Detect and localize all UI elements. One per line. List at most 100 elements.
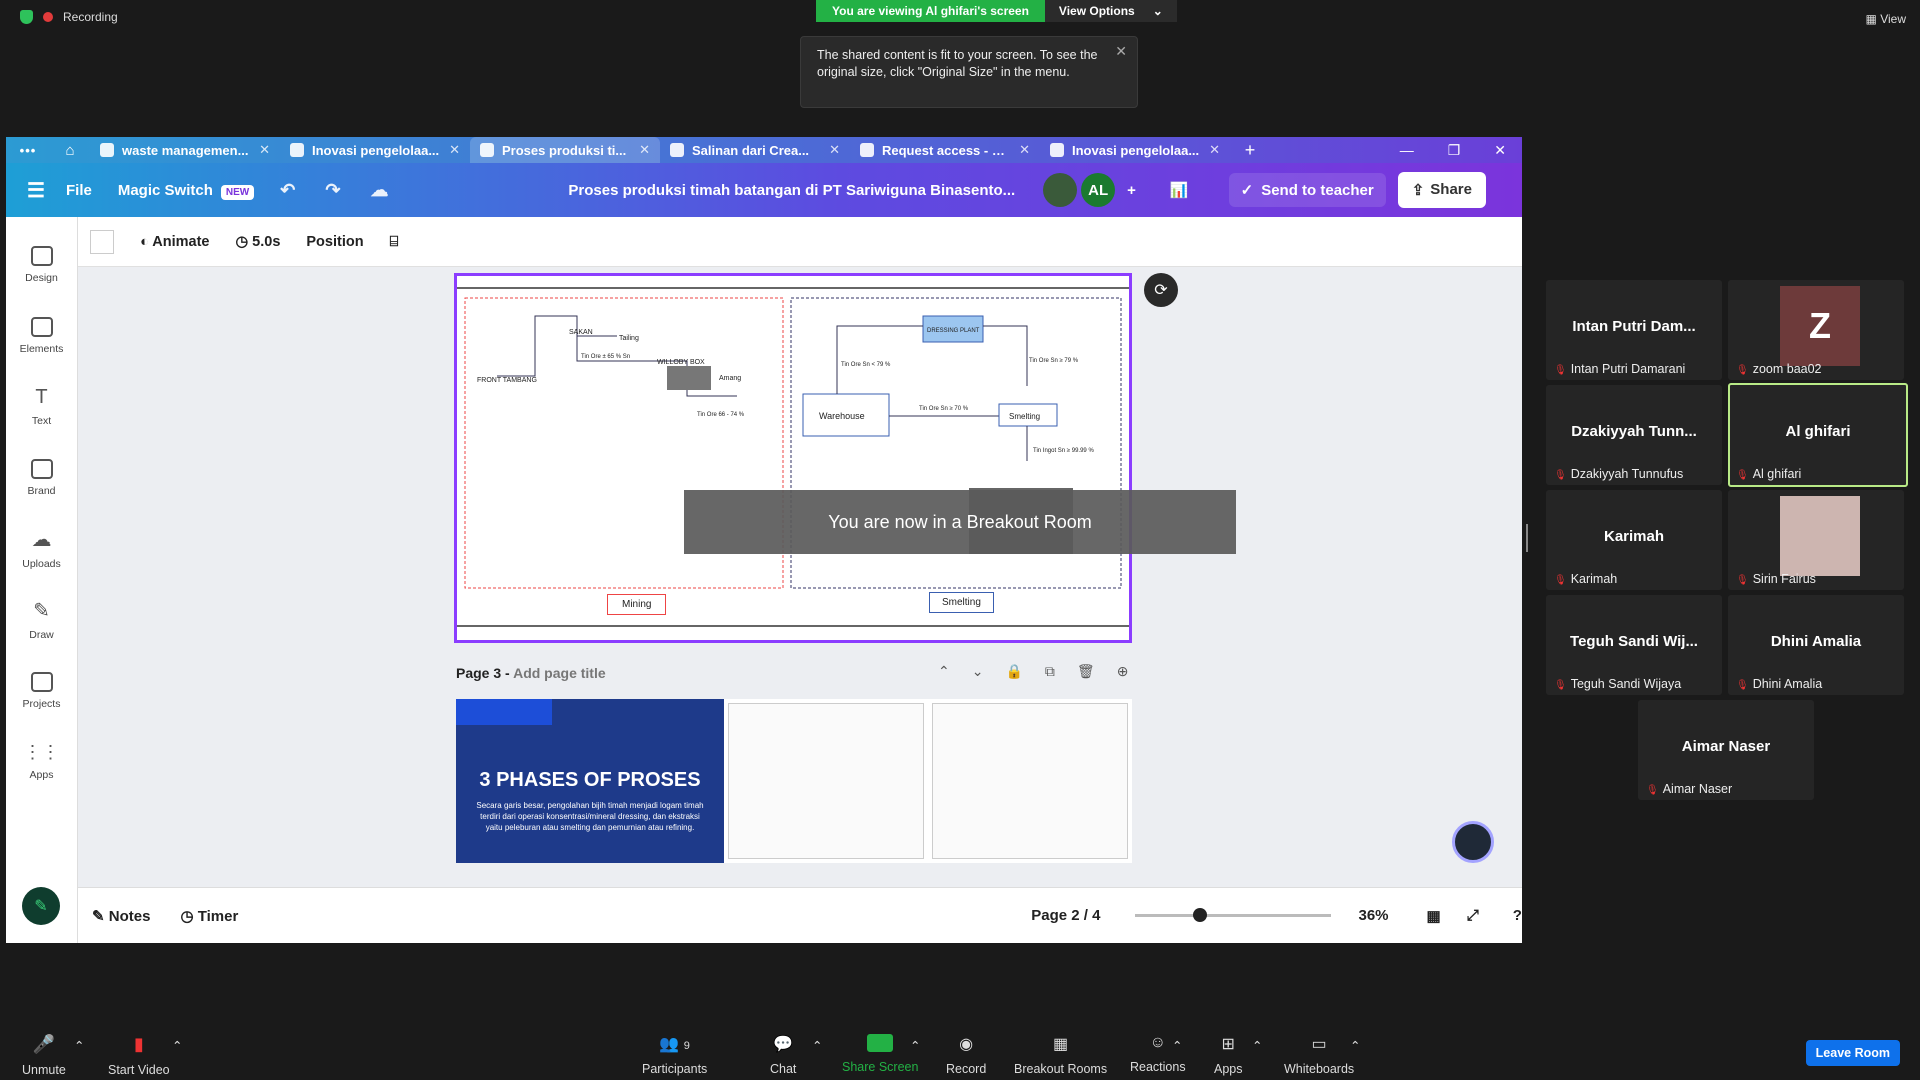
browser-tab[interactable]: Request access - C... ✕ bbox=[850, 137, 1040, 163]
avatar-initials[interactable]: AL bbox=[1081, 173, 1116, 207]
sidebar-item-text[interactable]: T Text bbox=[6, 371, 77, 442]
position-button[interactable]: Position bbox=[306, 234, 363, 250]
magic-sparkle-button[interactable] bbox=[1452, 821, 1494, 863]
refresh-icon[interactable]: ⟳ bbox=[1144, 273, 1178, 307]
help-icon[interactable]: ? bbox=[1513, 907, 1522, 924]
chat-button[interactable]: 💬 Chat bbox=[770, 1034, 796, 1076]
leave-room-button[interactable]: Leave Room bbox=[1805, 1040, 1900, 1066]
participant-tile-active-speaker[interactable]: Al ghifari Al ghifari bbox=[1728, 383, 1908, 487]
add-collaborator-icon[interactable]: + bbox=[1127, 182, 1136, 199]
notes-button[interactable]: ✎ Notes bbox=[92, 907, 150, 925]
browser-tab[interactable]: waste managemen... ✕ bbox=[90, 137, 280, 163]
view-button[interactable]: ▦ View bbox=[1866, 12, 1906, 26]
participants-button[interactable]: 👥 9 Participants bbox=[642, 1034, 707, 1076]
minimize-icon[interactable]: — bbox=[1400, 142, 1414, 159]
participant-tile[interactable]: Dhini Amalia Dhini Amalia bbox=[1728, 595, 1904, 695]
browser-tab[interactable]: Inovasi pengelolaa... ✕ bbox=[1040, 137, 1230, 163]
unmute-button[interactable]: 🎤 Unmute bbox=[22, 1034, 66, 1077]
participant-name: Intan Putri Dam... bbox=[1572, 318, 1696, 335]
close-window-icon[interactable]: ✕ bbox=[1494, 142, 1506, 159]
animate-button[interactable]: ◐ Animate bbox=[140, 234, 209, 250]
add-page-icon[interactable]: ⊕ bbox=[1117, 663, 1129, 680]
tab-label: Salinan dari Crea... bbox=[692, 142, 810, 158]
sidebar-item-brand[interactable]: Brand bbox=[6, 442, 77, 513]
paint-roller-icon[interactable]: ⌸ bbox=[390, 234, 399, 250]
chevron-up-icon[interactable]: ⌃ bbox=[74, 1038, 84, 1053]
slide-page-2[interactable]: SAKAN Tailing Tin Ore ± 65 % Sn WILLOBY … bbox=[454, 273, 1132, 643]
close-icon[interactable]: ✕ bbox=[829, 142, 840, 158]
participant-tile[interactable]: Dzakiyyah Tunn... Dzakiyyah Tunnufus bbox=[1546, 385, 1722, 485]
color-swatch[interactable] bbox=[90, 229, 114, 254]
close-icon[interactable]: ✕ bbox=[1115, 43, 1127, 60]
more-icon[interactable]: ••• bbox=[6, 143, 50, 158]
participant-tile[interactable]: Intan Putri Dam... Intan Putri Damarani bbox=[1546, 280, 1722, 380]
send-to-teacher-button[interactable]: ✓ Send to teacher bbox=[1228, 173, 1386, 207]
participant-tile[interactable]: Karimah Karimah bbox=[1546, 490, 1722, 590]
duplicate-icon[interactable]: ⧉ bbox=[1045, 663, 1055, 680]
trash-icon[interactable]: 🗑 bbox=[1077, 663, 1095, 680]
canvas-area[interactable]: SAKAN Tailing Tin Ore ± 65 % Sn WILLOBY … bbox=[78, 267, 1522, 887]
record-button[interactable]: ◉ Record bbox=[946, 1034, 986, 1076]
zoom-slider[interactable] bbox=[1134, 908, 1331, 922]
browser-tab-active[interactable]: Proses produksi ti... ✕ bbox=[470, 137, 660, 163]
zoom-slider-knob[interactable] bbox=[1192, 908, 1207, 922]
new-tab-icon[interactable]: + bbox=[1230, 140, 1270, 161]
apps-button[interactable]: ⊞ Apps bbox=[1214, 1034, 1243, 1076]
lock-icon[interactable]: 🔒 bbox=[1005, 663, 1022, 680]
home-icon[interactable]: ⌂ bbox=[50, 142, 90, 159]
participant-tile[interactable]: Aimar Naser Aimar Naser bbox=[1638, 700, 1814, 800]
close-icon[interactable]: ✕ bbox=[1019, 142, 1030, 158]
close-icon[interactable]: ✕ bbox=[639, 142, 650, 158]
chevron-up-icon[interactable]: ⌃ bbox=[938, 663, 950, 680]
share-button[interactable]: ⇪ Share bbox=[1397, 172, 1486, 208]
slide-page-3[interactable]: 3 PHASES OF PROSES Secara garis besar, p… bbox=[456, 699, 1132, 863]
close-icon[interactable]: ✕ bbox=[1209, 142, 1220, 158]
sidebar-item-design[interactable]: Design bbox=[6, 229, 77, 300]
sidebar-item-elements[interactable]: Elements bbox=[6, 300, 77, 371]
window-controls: — ❐ ✕ bbox=[1400, 142, 1522, 159]
redo-icon[interactable]: ↷ bbox=[325, 180, 340, 201]
grid-view-icon[interactable]: ▦ bbox=[1427, 907, 1441, 925]
sidebar-item-uploads[interactable]: ☁ Uploads bbox=[6, 513, 77, 584]
participant-tile[interactable]: Zzoom baa02 bbox=[1728, 280, 1904, 380]
magic-switch-button[interactable]: Magic Switch NEW bbox=[118, 182, 255, 200]
sidebar-item-projects[interactable]: Projects bbox=[6, 655, 77, 726]
chevron-up-icon[interactable]: ⌃ bbox=[1172, 1038, 1182, 1053]
timer-button[interactable]: ◷ Timer bbox=[180, 907, 238, 925]
chevron-up-icon[interactable]: ⌃ bbox=[1252, 1038, 1262, 1053]
page-3-title[interactable]: Page 3 - Add page title bbox=[456, 665, 606, 681]
chevron-up-icon[interactable]: ⌃ bbox=[910, 1038, 920, 1053]
hamburger-icon[interactable]: ☰ bbox=[6, 178, 66, 203]
file-menu[interactable]: File bbox=[66, 182, 92, 199]
draw-pen-icon[interactable]: ✎ bbox=[22, 887, 60, 925]
fullscreen-icon[interactable]: ⤢ bbox=[1467, 907, 1479, 924]
undo-icon[interactable]: ↶ bbox=[280, 180, 295, 201]
chevron-up-icon[interactable]: ⌃ bbox=[812, 1038, 822, 1053]
insights-icon[interactable]: 📊 bbox=[1170, 181, 1189, 199]
participant-tile[interactable]: Teguh Sandi Wij... Teguh Sandi Wijaya bbox=[1546, 595, 1722, 695]
zoom-level[interactable]: 36% bbox=[1359, 907, 1389, 924]
view-options-button[interactable]: View Options ⌄ bbox=[1044, 0, 1177, 22]
share-screen-button[interactable]: Share Screen bbox=[842, 1034, 918, 1074]
start-video-button[interactable]: ▮ Start Video bbox=[108, 1034, 170, 1077]
avatar[interactable] bbox=[1043, 173, 1078, 207]
participant-tile[interactable]: Sirin Fairus bbox=[1728, 490, 1904, 590]
chevron-up-icon[interactable]: ⌃ bbox=[1350, 1038, 1360, 1053]
close-icon[interactable]: ✕ bbox=[449, 142, 460, 158]
sidebar-item-draw[interactable]: ✎ Draw bbox=[6, 584, 77, 655]
document-title[interactable]: Proses produksi timah batangan di PT Sar… bbox=[568, 182, 1015, 199]
splitter-handle[interactable] bbox=[1526, 524, 1528, 552]
chevron-up-icon[interactable]: ⌃ bbox=[172, 1038, 182, 1053]
browser-tab[interactable]: Inovasi pengelolaa... ✕ bbox=[280, 137, 470, 163]
duration-button[interactable]: ◷ 5.0s bbox=[235, 234, 280, 250]
page-counter[interactable]: Page 2 / 4 bbox=[1031, 907, 1100, 924]
sidebar-item-apps[interactable]: ⋮⋮ Apps bbox=[6, 726, 77, 797]
whiteboards-button[interactable]: ▭ Whiteboards bbox=[1284, 1034, 1354, 1076]
cloud-save-icon[interactable]: ☁ bbox=[370, 180, 388, 201]
chevron-down-icon[interactable]: ⌄ bbox=[972, 663, 984, 680]
breakout-rooms-button[interactable]: ▦ Breakout Rooms bbox=[1014, 1034, 1107, 1076]
browser-tab[interactable]: Salinan dari Crea... ✕ bbox=[660, 137, 850, 163]
close-icon[interactable]: ✕ bbox=[259, 142, 270, 158]
recording-indicator[interactable]: Recording bbox=[20, 10, 118, 24]
maximize-icon[interactable]: ❐ bbox=[1448, 142, 1461, 159]
